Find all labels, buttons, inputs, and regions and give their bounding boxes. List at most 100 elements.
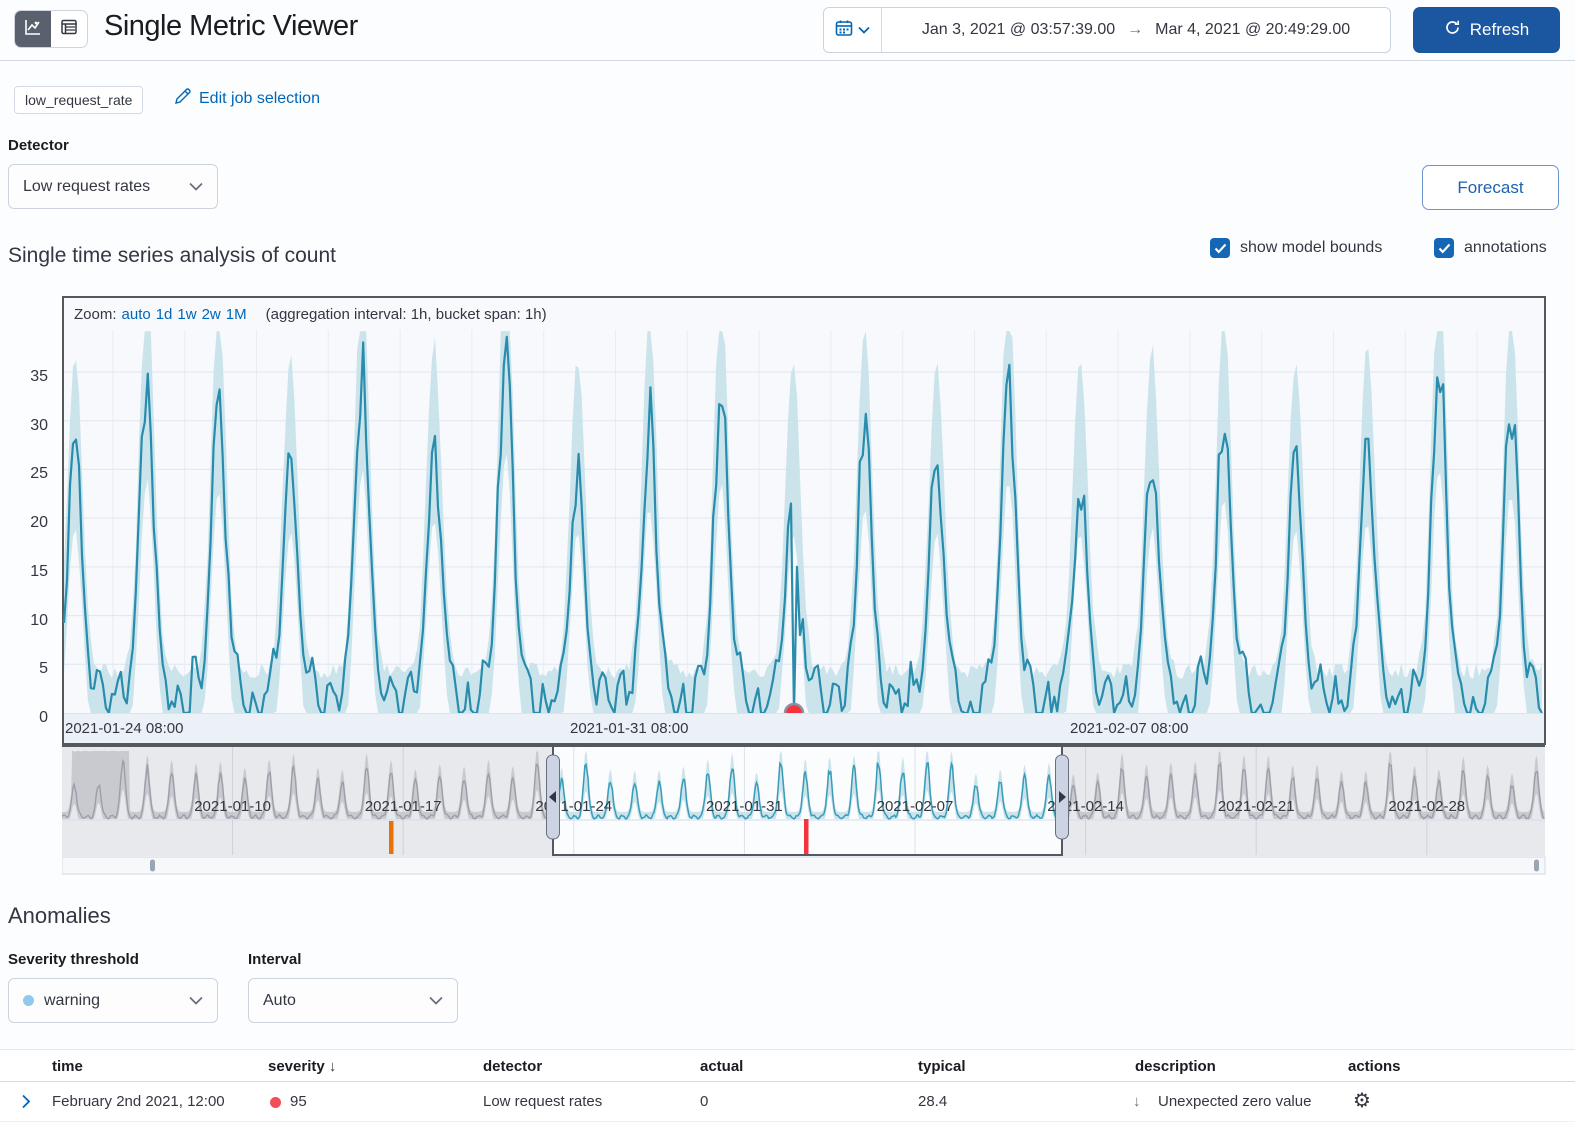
view-toggle-group [14, 10, 88, 48]
header-divider [0, 60, 1575, 61]
show-model-bounds-label: show model bounds [1240, 239, 1382, 257]
table-view-toggle-button[interactable] [51, 11, 87, 47]
zoom-label: Zoom: [74, 306, 117, 323]
zoom-option-1M[interactable]: 1M [226, 306, 247, 323]
navigator-tick-label: 2021-02-21 [1218, 798, 1295, 815]
aggregation-note: (aggregation interval: 1h, bucket span: … [266, 306, 547, 323]
forecast-button[interactable]: Forecast [1422, 165, 1559, 210]
chart-view-toggle-button[interactable] [15, 11, 51, 47]
detector-label: Detector [8, 137, 69, 154]
anomaly-table-row: February 2nd 2021, 12:00 95 Low request … [0, 1082, 1575, 1122]
chevron-down-icon [189, 992, 203, 1010]
zoom-option-1d[interactable]: 1d [156, 306, 173, 323]
column-header-description[interactable]: description [1135, 1058, 1216, 1075]
cell-typical: 28.4 [918, 1093, 947, 1110]
main-chart-svg[interactable] [64, 330, 1544, 713]
detector-select[interactable]: Low request rates [8, 164, 218, 209]
table-icon [59, 17, 79, 42]
y-axis-tick-label: 10 [8, 612, 48, 630]
checkmark-icon [1438, 243, 1451, 254]
time-series-chart-panel: Zoom: auto 1d 1w 2w 1M (aggregation inte… [62, 296, 1546, 745]
annotations-checkbox[interactable] [1434, 238, 1454, 258]
sort-descending-icon: ↓ [329, 1058, 337, 1075]
time-range-picker: Jan 3, 2021 @ 03:57:39.00 → Mar 4, 2021 … [823, 7, 1391, 53]
y-axis-tick-label: 0 [8, 709, 48, 727]
expand-row-chevron-icon[interactable] [18, 1093, 34, 1115]
warning-severity-dot [23, 995, 34, 1006]
single-metric-viewer-app: Single Metric Viewer Jan 3, 2021 @ 03:57… [0, 0, 1575, 1126]
end-date[interactable]: Mar 4, 2021 @ 20:49:29.00 [1155, 21, 1350, 39]
y-axis-tick-label: 20 [8, 514, 48, 532]
zoom-option-2w[interactable]: 2w [202, 306, 221, 323]
series-analysis-title: Single time series analysis of count [8, 244, 336, 268]
y-axis-tick-label: 5 [8, 660, 48, 678]
checkmark-icon [1214, 243, 1227, 254]
chevron-down-icon [858, 21, 870, 39]
line-chart-icon [23, 17, 43, 42]
y-axis-tick-label: 15 [8, 563, 48, 581]
y-axis: 0 5 10 15 20 25 30 35 [8, 296, 48, 745]
navigator-scrollbar-handle-right[interactable] [1534, 860, 1539, 872]
column-header-actions[interactable]: actions [1348, 1058, 1401, 1075]
show-model-bounds-checkbox[interactable] [1210, 238, 1230, 258]
column-header-actual[interactable]: actual [700, 1058, 743, 1075]
anomalies-title: Anomalies [8, 903, 111, 929]
chevron-down-icon [189, 178, 203, 196]
x-axis-tick-label: 2021-02-07 08:00 [1070, 720, 1188, 737]
swimlane-anomaly-mark-critical[interactable] [804, 819, 809, 854]
navigator-scrollbar-handle-left[interactable] [150, 860, 155, 872]
x-axis-tick-label: 2021-01-24 08:00 [65, 720, 183, 737]
zoom-option-1w[interactable]: 1w [177, 306, 196, 323]
navigator-tick-label: 2021-01-17 [365, 798, 442, 815]
chevron-down-icon [429, 992, 443, 1010]
column-header-time[interactable]: time [52, 1058, 83, 1075]
severity-threshold-label: Severity threshold [8, 951, 139, 968]
zoom-option-auto[interactable]: auto [122, 306, 151, 323]
range-arrow-icon: → [1127, 21, 1143, 39]
cell-description: Unexpected zero value [1158, 1093, 1311, 1110]
show-model-bounds-checkbox-group: show model bounds [1210, 238, 1382, 258]
swimlane-anomaly-mark-warning[interactable] [389, 821, 394, 854]
y-axis-tick-label: 25 [8, 465, 48, 483]
start-date[interactable]: Jan 3, 2021 @ 03:57:39.00 [922, 21, 1115, 39]
pencil-icon [174, 88, 191, 110]
navigator-tick-label: 2021-01-31 [706, 798, 783, 815]
navigator-chart-svg[interactable]: 2021-01-102021-01-172021-01-242021-01-31… [62, 745, 1546, 875]
cell-time: February 2nd 2021, 12:00 [52, 1093, 225, 1110]
cell-severity: 95 [290, 1093, 307, 1110]
refresh-label: Refresh [1470, 20, 1530, 40]
detector-value: Low request rates [23, 178, 150, 196]
page-title: Single Metric Viewer [104, 10, 358, 43]
y-axis-tick-label: 30 [8, 417, 48, 435]
column-header-typical[interactable]: typical [918, 1058, 966, 1075]
severity-threshold-value: warning [44, 992, 100, 1010]
interval-select[interactable]: Auto [248, 978, 458, 1023]
refresh-button[interactable]: Refresh [1413, 7, 1560, 53]
row-actions-gear-icon[interactable]: ⚙ [1353, 1091, 1371, 1111]
annotations-checkbox-group: annotations [1434, 238, 1547, 258]
time-range-display: Jan 3, 2021 @ 03:57:39.00 → Mar 4, 2021 … [882, 8, 1390, 52]
x-axis-strip: 2021-01-24 08:00 2021-01-31 08:00 2021-02-… [64, 713, 1544, 743]
y-axis-tick-label: 35 [8, 368, 48, 386]
description-down-arrow-icon: ↓ [1133, 1093, 1141, 1110]
navigator-tick-label: 2021-01-10 [194, 798, 271, 815]
cell-detector: Low request rates [483, 1093, 602, 1110]
interval-value: Auto [263, 992, 296, 1010]
navigator-tick-label: 2021-02-28 [1388, 798, 1465, 815]
critical-severity-dot [270, 1097, 281, 1108]
column-header-detector[interactable]: detector [483, 1058, 542, 1075]
edit-job-selection-label: Edit job selection [199, 90, 320, 108]
calendar-icon [835, 19, 853, 42]
job-badge[interactable]: low_request_rate [14, 86, 143, 114]
cell-actual: 0 [700, 1093, 708, 1110]
severity-threshold-select[interactable]: warning [8, 978, 218, 1023]
chart-zoom-toolbar: Zoom: auto 1d 1w 2w 1M (aggregation inte… [64, 298, 1544, 330]
annotations-label: annotations [1464, 239, 1547, 257]
edit-job-selection-link[interactable]: Edit job selection [174, 88, 320, 110]
column-header-severity[interactable]: severity ↓ [268, 1058, 336, 1075]
date-picker-menu-button[interactable] [824, 8, 882, 52]
refresh-icon [1444, 19, 1461, 41]
anomalies-table-header: time severity ↓ detector actual typical … [0, 1049, 1575, 1082]
x-axis-tick-label: 2021-01-31 08:00 [570, 720, 688, 737]
interval-label: Interval [248, 951, 301, 968]
